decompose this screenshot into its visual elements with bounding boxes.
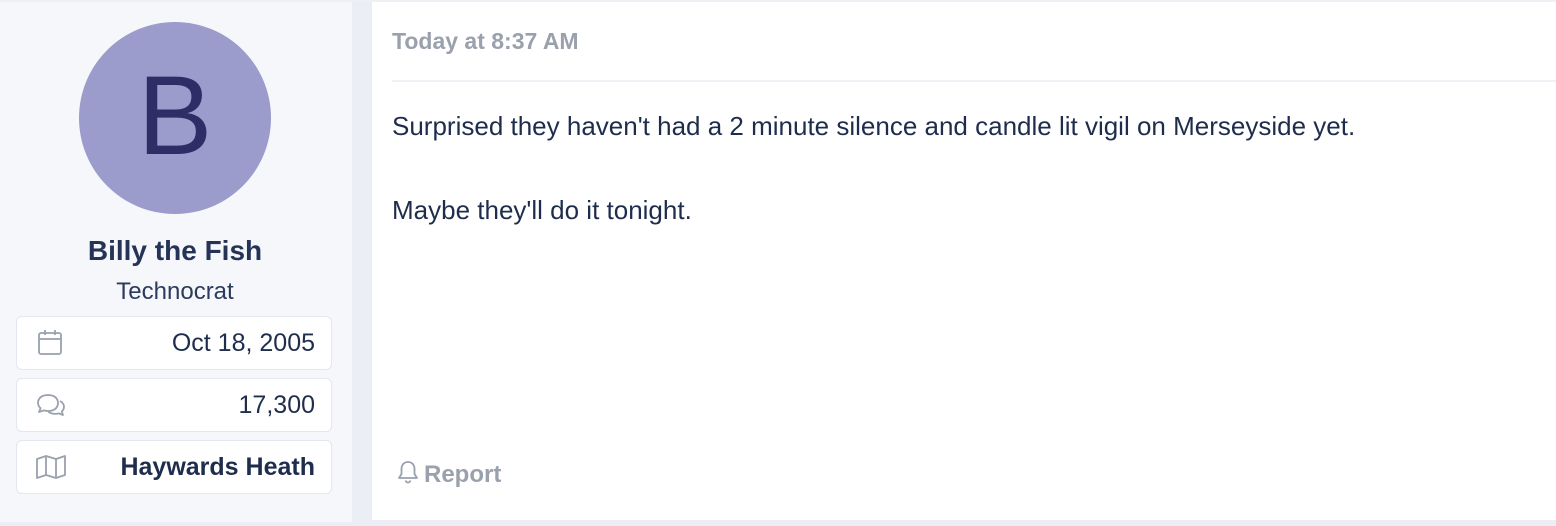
- message-body: Surprised they haven't had a 2 minute si…: [392, 106, 1542, 274]
- report-button[interactable]: Report: [396, 458, 501, 492]
- username-link[interactable]: Billy the Fish: [0, 235, 350, 267]
- messages-icon: [35, 391, 67, 419]
- report-label: Report: [424, 461, 502, 488]
- calendar-icon: [35, 329, 67, 357]
- message-count-stat: 17,300: [16, 378, 332, 432]
- bell-icon: [396, 459, 420, 492]
- message-post: B Billy the Fish Technocrat Oct 18, 2005: [0, 0, 1556, 522]
- column-separator: [354, 2, 372, 522]
- user-title: Technocrat: [116, 278, 234, 305]
- header-divider: [392, 80, 1556, 82]
- location-stat: Haywards Heath: [16, 440, 332, 494]
- map-icon: [35, 453, 67, 481]
- message-paragraph: Maybe they'll do it tonight.: [392, 195, 692, 225]
- user-info-panel: B Billy the Fish Technocrat Oct 18, 2005: [0, 2, 354, 522]
- joined-date-stat: Oct 18, 2005: [16, 316, 332, 370]
- message-paragraph: Surprised they haven't had a 2 minute si…: [392, 111, 1356, 141]
- post-timestamp[interactable]: Today at 8:37 AM: [392, 28, 579, 55]
- message-count-value: 17,300: [238, 391, 315, 419]
- avatar-letter: B: [137, 53, 213, 178]
- message-content: Today at 8:37 AM Surprised they haven't …: [392, 2, 1556, 522]
- location-value[interactable]: Haywards Heath: [120, 441, 315, 493]
- joined-date-value: Oct 18, 2005: [171, 329, 315, 357]
- avatar[interactable]: B: [79, 22, 271, 214]
